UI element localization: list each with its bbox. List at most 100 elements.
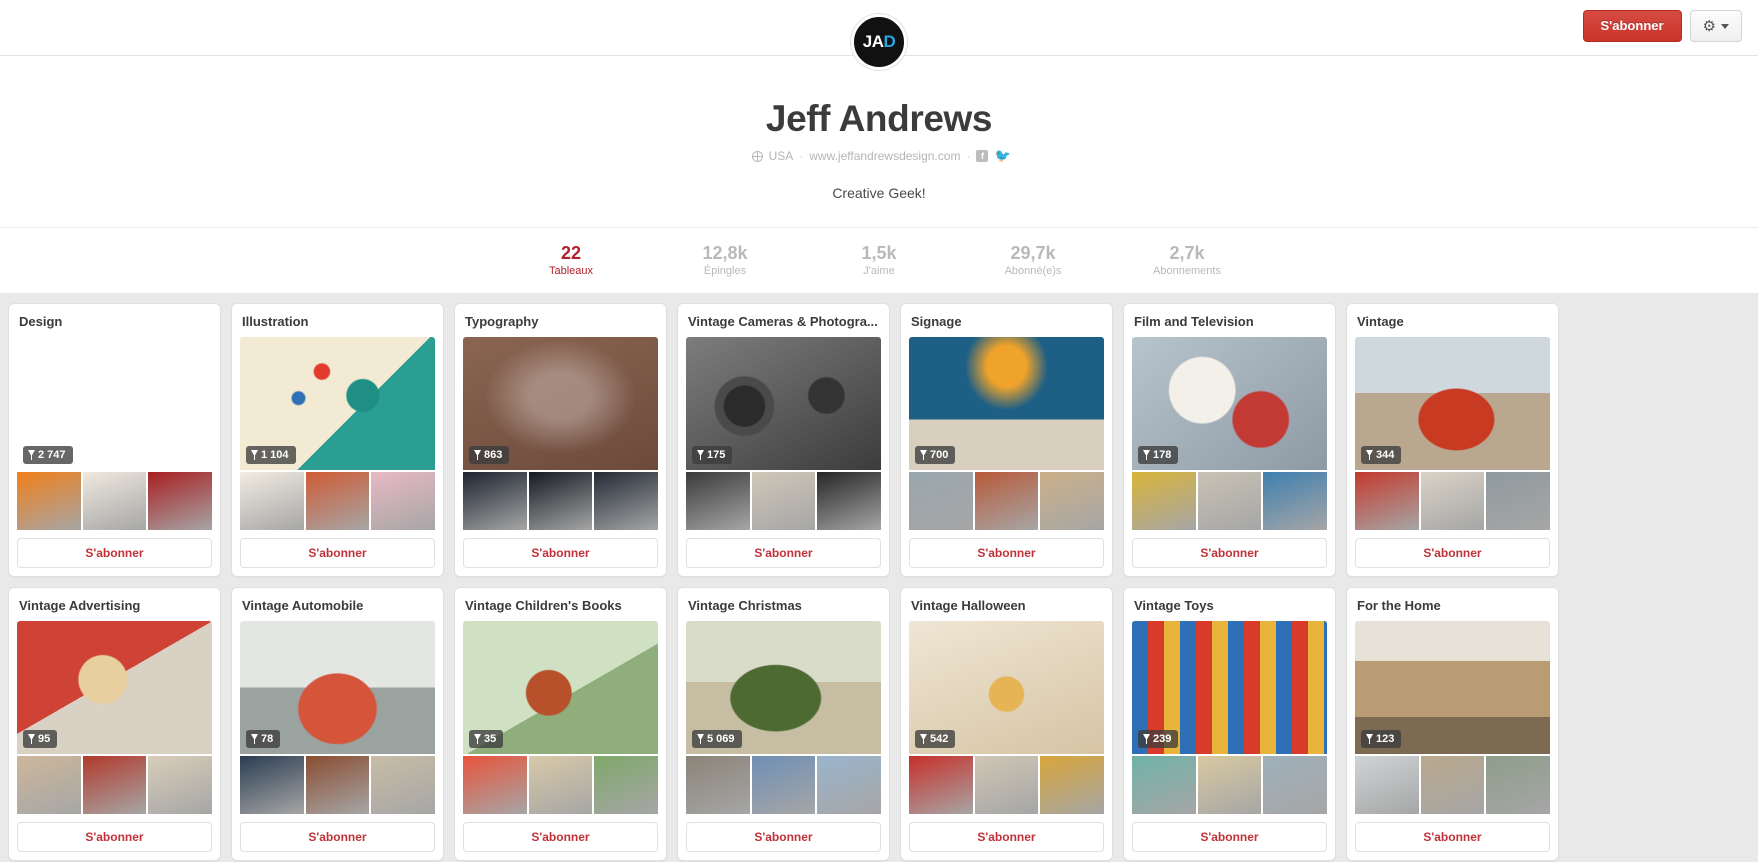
board-follow-button[interactable]: S'abonner [240, 538, 435, 568]
board-thumbnail[interactable] [1355, 756, 1419, 814]
board-card[interactable]: Vintage Christmas 5 069 S'abonner [677, 587, 890, 861]
board-thumbnail[interactable] [1040, 756, 1105, 814]
board-thumbnail[interactable] [1420, 756, 1485, 814]
board-thumbnail[interactable] [594, 756, 659, 814]
board-title[interactable]: Vintage Children's Books [465, 598, 656, 613]
board-thumbnail[interactable] [1486, 756, 1551, 814]
board-thumbnail[interactable] [82, 472, 147, 530]
board-follow-button[interactable]: S'abonner [17, 822, 212, 852]
board-follow-button[interactable]: S'abonner [17, 538, 212, 568]
board-follow-button[interactable]: S'abonner [909, 538, 1104, 568]
board-thumbnail[interactable] [463, 756, 527, 814]
board-thumbnail[interactable] [1263, 756, 1328, 814]
settings-menu-button[interactable]: ⚙ [1689, 10, 1742, 42]
board-title[interactable]: Design [19, 314, 210, 329]
board-thumbnail[interactable] [686, 756, 750, 814]
follow-user-button[interactable]: S'abonner [1582, 10, 1682, 42]
stat-tableaux[interactable]: 22 Tableaux [526, 242, 616, 277]
board-cover-image[interactable]: 123 [1355, 621, 1550, 754]
board-cover-image[interactable]: 5 069 [686, 621, 881, 754]
board-thumbnail[interactable] [1132, 756, 1196, 814]
board-cover-image[interactable]: 344 [1355, 337, 1550, 470]
board-thumbnail[interactable] [528, 472, 593, 530]
board-thumbnail[interactable] [909, 472, 973, 530]
board-follow-button[interactable]: S'abonner [686, 822, 881, 852]
board-cover-image[interactable]: 700 [909, 337, 1104, 470]
board-thumbnail[interactable] [17, 756, 81, 814]
board-follow-button[interactable]: S'abonner [1132, 538, 1327, 568]
board-follow-button[interactable]: S'abonner [1355, 538, 1550, 568]
board-title[interactable]: For the Home [1357, 598, 1548, 613]
board-card[interactable]: Vintage Halloween 542 S'abonner [900, 587, 1113, 861]
board-cover-image[interactable]: 175 [686, 337, 881, 470]
board-title[interactable]: Vintage Halloween [911, 598, 1102, 613]
board-cover-image[interactable]: 95 [17, 621, 212, 754]
board-card[interactable]: Illustration 1 104 S'abonner [231, 303, 444, 577]
board-follow-button[interactable]: S'abonner [1355, 822, 1550, 852]
board-card[interactable]: Design 2 747 S'abonner [8, 303, 221, 577]
board-card[interactable]: Typography 863 S'abonner [454, 303, 667, 577]
board-thumbnail[interactable] [240, 472, 304, 530]
board-title[interactable]: Vintage Toys [1134, 598, 1325, 613]
board-card[interactable]: For the Home 123 S'abonner [1346, 587, 1559, 861]
board-title[interactable]: Vintage Advertising [19, 598, 210, 613]
board-thumbnail[interactable] [1197, 756, 1262, 814]
board-follow-button[interactable]: S'abonner [463, 538, 658, 568]
board-thumbnail[interactable] [148, 756, 213, 814]
board-thumbnail[interactable] [148, 472, 213, 530]
board-thumbnail[interactable] [82, 756, 147, 814]
board-thumbnail[interactable] [751, 756, 816, 814]
board-title[interactable]: Vintage Cameras & Photogra... [688, 314, 879, 329]
board-card[interactable]: Vintage Toys 239 S'abonner [1123, 587, 1336, 861]
board-cover-image[interactable]: 78 [240, 621, 435, 754]
board-follow-button[interactable]: S'abonner [1132, 822, 1327, 852]
board-thumbnail[interactable] [463, 472, 527, 530]
board-follow-button[interactable]: S'abonner [909, 822, 1104, 852]
board-card[interactable]: Vintage Children's Books 35 S'abonner [454, 587, 667, 861]
board-thumbnail[interactable] [974, 756, 1039, 814]
board-title[interactable]: Typography [465, 314, 656, 329]
board-title[interactable]: Vintage Christmas [688, 598, 879, 613]
stat-abonnements[interactable]: 2,7k Abonnements [1142, 242, 1232, 277]
board-thumbnail[interactable] [686, 472, 750, 530]
board-thumbnail[interactable] [305, 756, 370, 814]
board-thumbnail[interactable] [1263, 472, 1328, 530]
board-thumbnail[interactable] [1197, 472, 1262, 530]
board-title[interactable]: Illustration [242, 314, 433, 329]
board-thumbnail[interactable] [751, 472, 816, 530]
board-title[interactable]: Signage [911, 314, 1102, 329]
board-thumbnail[interactable] [1132, 472, 1196, 530]
board-card[interactable]: Signage 700 S'abonner [900, 303, 1113, 577]
twitter-icon[interactable]: 🐦 [994, 149, 1010, 162]
board-title[interactable]: Vintage [1357, 314, 1548, 329]
board-thumbnail[interactable] [528, 756, 593, 814]
board-thumbnail[interactable] [371, 756, 436, 814]
stat-pingles[interactable]: 12,8k Épingles [680, 242, 770, 277]
board-thumbnail[interactable] [594, 472, 659, 530]
board-follow-button[interactable]: S'abonner [240, 822, 435, 852]
board-title[interactable]: Vintage Automobile [242, 598, 433, 613]
board-thumbnail[interactable] [371, 472, 436, 530]
board-thumbnail[interactable] [1355, 472, 1419, 530]
board-card[interactable]: Vintage Automobile 78 S'abonner [231, 587, 444, 861]
facebook-icon[interactable]: f [976, 150, 989, 162]
board-thumbnail[interactable] [305, 472, 370, 530]
board-card[interactable]: Film and Television 178 S'abonner [1123, 303, 1336, 577]
board-follow-button[interactable]: S'abonner [463, 822, 658, 852]
board-cover-image[interactable]: 178 [1132, 337, 1327, 470]
board-card[interactable]: Vintage 344 S'abonner [1346, 303, 1559, 577]
board-title[interactable]: Film and Television [1134, 314, 1325, 329]
board-thumbnail[interactable] [909, 756, 973, 814]
board-thumbnail[interactable] [240, 756, 304, 814]
board-cover-image[interactable]: 542 [909, 621, 1104, 754]
stat-abonn-e-s[interactable]: 29,7k Abonné(e)s [988, 242, 1078, 277]
board-thumbnail[interactable] [817, 756, 882, 814]
board-cover-image[interactable]: 35 [463, 621, 658, 754]
board-card[interactable]: Vintage Advertising 95 S'abonner [8, 587, 221, 861]
board-thumbnail[interactable] [817, 472, 882, 530]
stat-j-aime[interactable]: 1,5k J'aime [834, 242, 924, 277]
board-thumbnail[interactable] [1486, 472, 1551, 530]
avatar[interactable]: JAD [851, 14, 907, 70]
board-card[interactable]: Vintage Cameras & Photogra... 175 S'abonne… [677, 303, 890, 577]
profile-website-link[interactable]: www.jeffandrewsdesign.com [809, 149, 960, 163]
